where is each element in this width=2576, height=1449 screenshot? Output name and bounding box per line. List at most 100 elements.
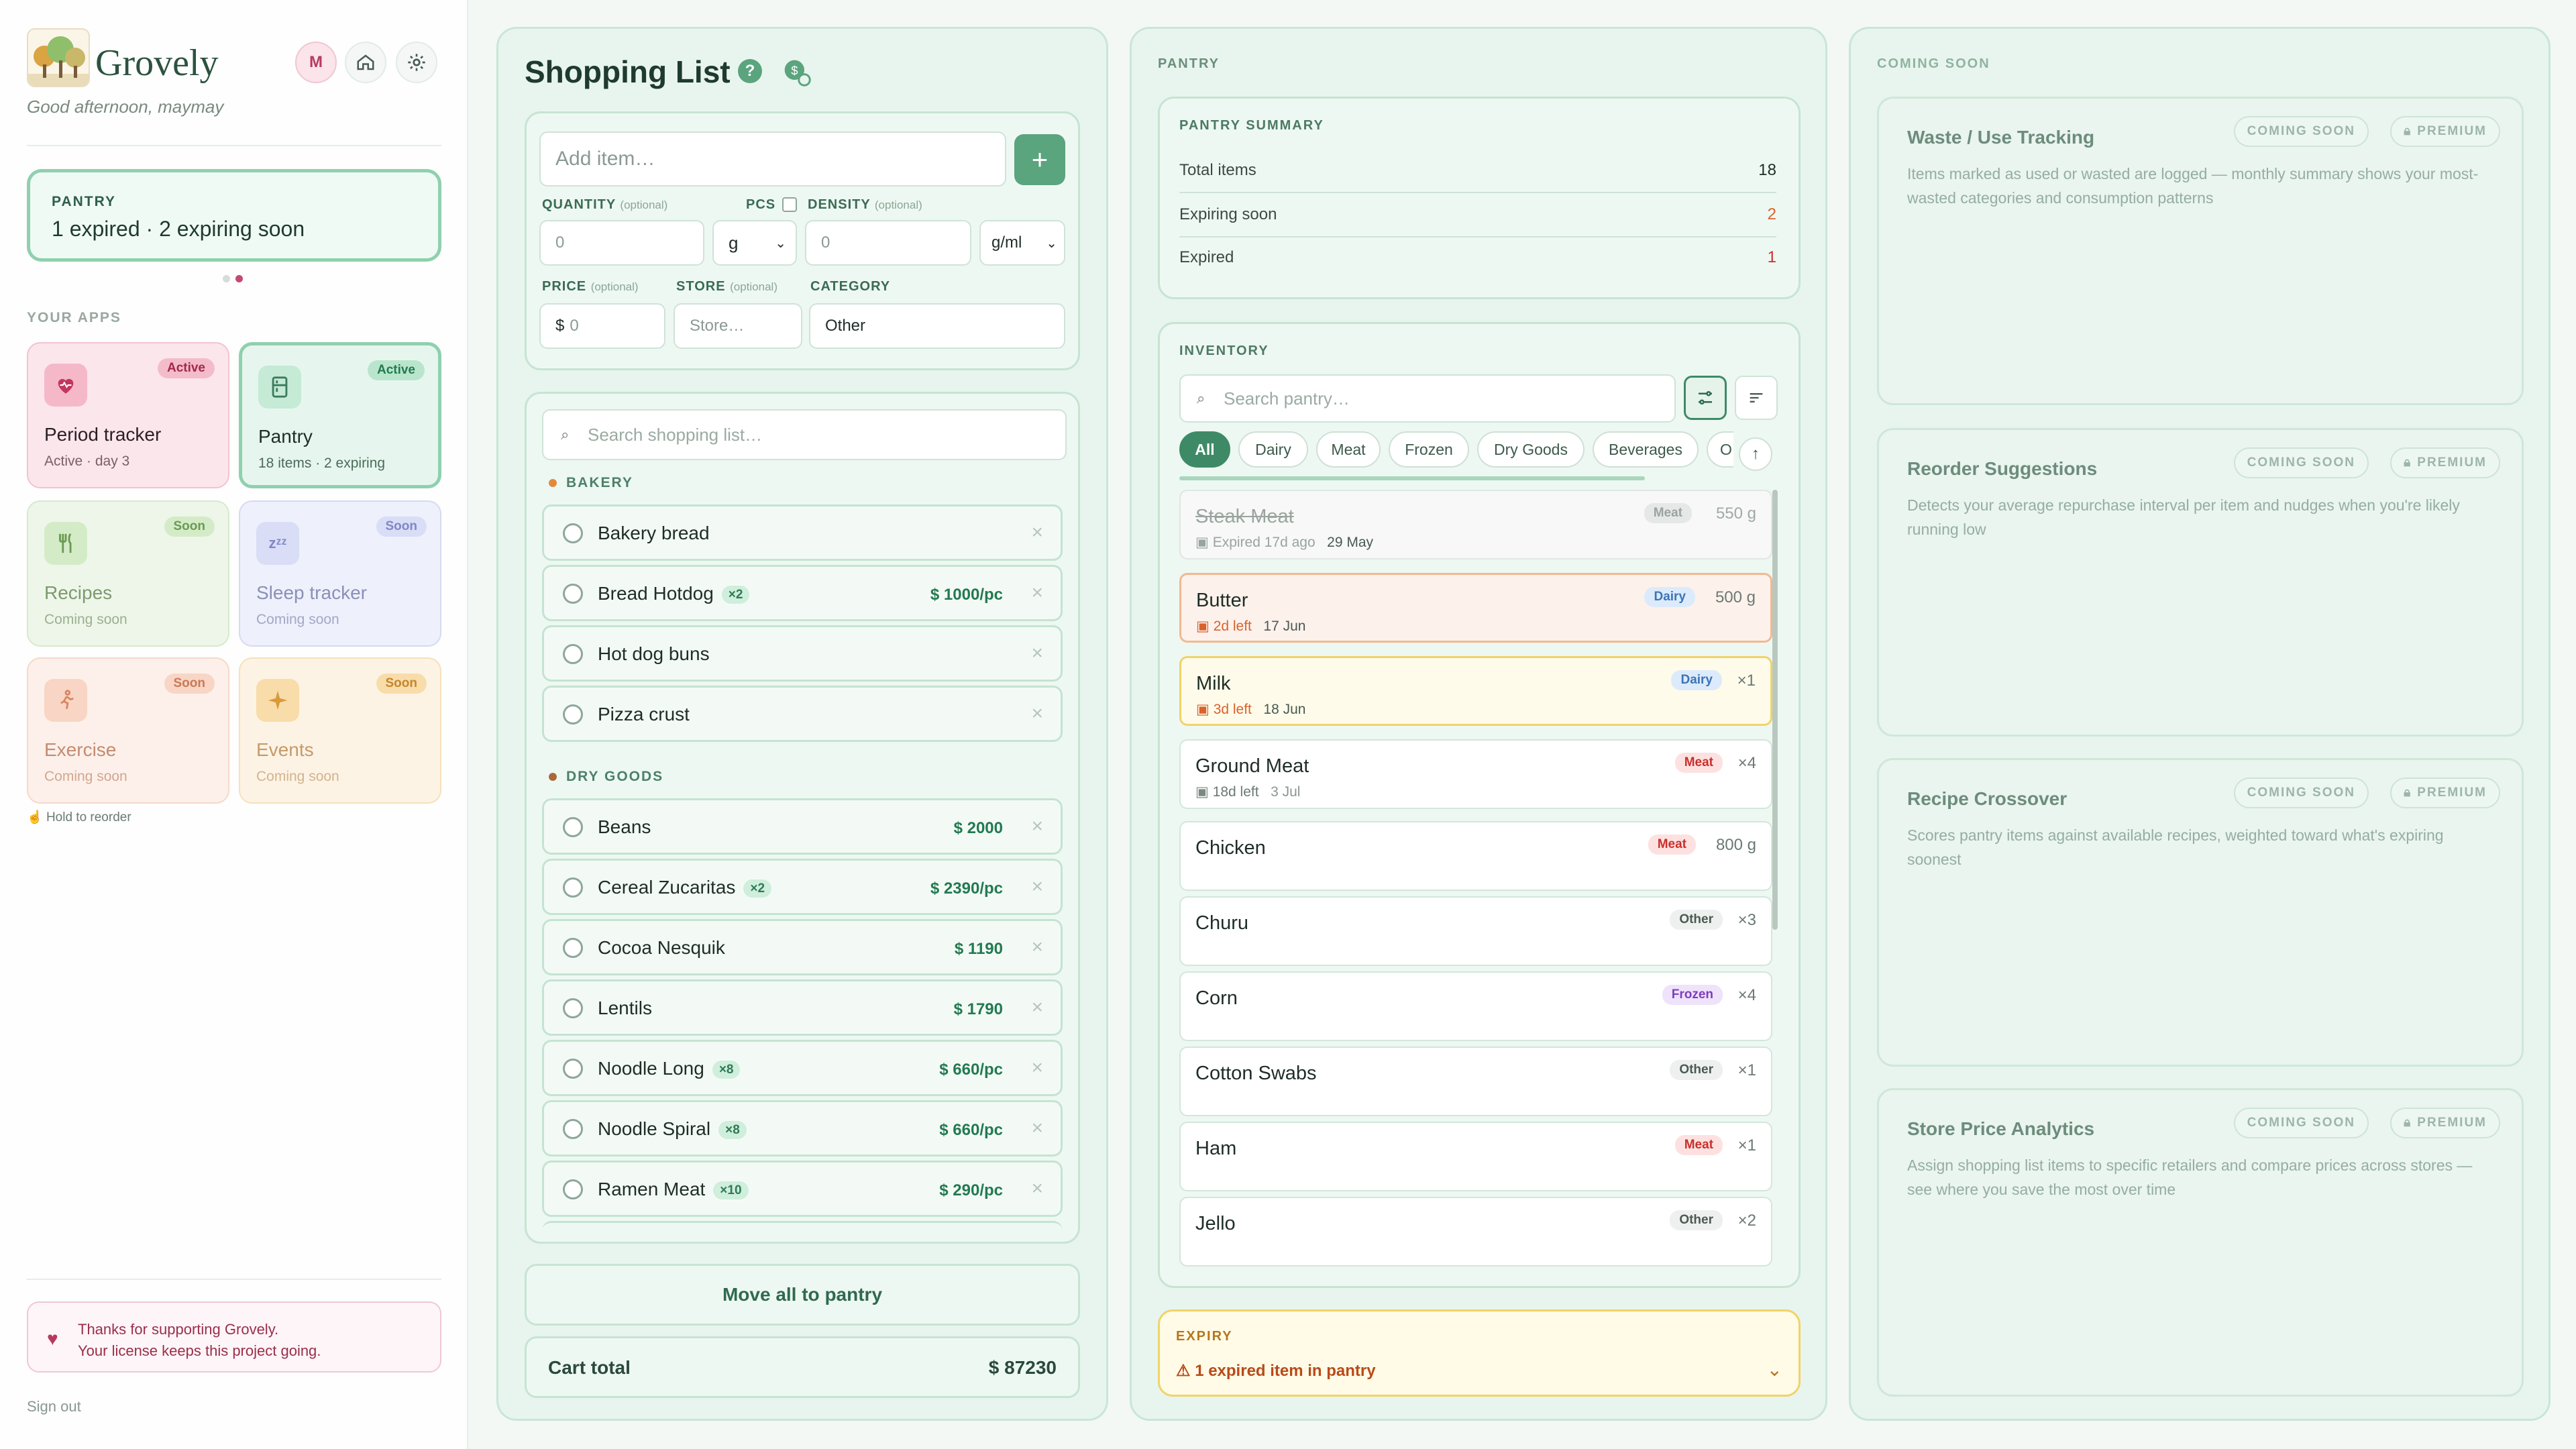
check-radio[interactable]: [563, 1119, 583, 1139]
help-icon[interactable]: ?: [738, 59, 762, 83]
shopping-item[interactable]: Bakery bread ×: [542, 504, 1063, 561]
fridge-icon: [258, 366, 301, 409]
check-radio[interactable]: [563, 998, 583, 1018]
remove-icon[interactable]: ×: [1031, 996, 1043, 1019]
home-button[interactable]: [345, 42, 386, 83]
inventory-title: INVENTORY: [1179, 343, 1269, 358]
pantry-item[interactable]: Churu Other ×3: [1179, 896, 1772, 966]
pantry-item-expiring[interactable]: Milk Dairy ×1 ▣ 3d left 18 Jun: [1179, 656, 1772, 726]
check-radio[interactable]: [563, 523, 583, 543]
density-input[interactable]: 0: [805, 220, 971, 266]
pantry-alert-card[interactable]: PANTRY 1 expired · 2 expiring soon: [27, 169, 441, 262]
chevron-down-icon[interactable]: ⌄: [1767, 1358, 1782, 1381]
move-all-to-pantry-button[interactable]: Move all to pantry: [525, 1264, 1080, 1326]
remove-icon[interactable]: ×: [1031, 1057, 1043, 1079]
summary-value: 1: [1767, 248, 1776, 266]
pantry-item[interactable]: Corn Frozen ×4: [1179, 971, 1772, 1041]
remove-icon[interactable]: ×: [1031, 702, 1043, 725]
filter-chip-frozen[interactable]: Frozen: [1389, 431, 1469, 468]
expiry-panel[interactable]: EXPIRY ⚠ 1 expired item in pantry ⌄: [1158, 1309, 1801, 1397]
shopping-item[interactable]: Bread Hotdog ×2 $ 1000/pc ×: [542, 565, 1063, 621]
check-radio[interactable]: [563, 817, 583, 837]
inventory-scrollbar[interactable]: [1772, 490, 1778, 930]
shopping-item[interactable]: Pizza crust ×: [542, 686, 1063, 742]
filter-chip-dairy[interactable]: Dairy: [1238, 431, 1308, 468]
pantry-item[interactable]: Ground Meat Meat ×4 ▣ 18d left 3 Jul: [1179, 739, 1772, 809]
remove-icon[interactable]: ×: [1031, 521, 1043, 544]
pantry-item-expiry: ▣ Expired 17d ago 29 May: [1195, 534, 1373, 551]
app-tile-events[interactable]: Soon Events Coming soon: [239, 657, 441, 804]
feature-description: Detects your average repurchase interval…: [1907, 496, 2460, 538]
settings-button[interactable]: [396, 42, 437, 83]
add-item-button[interactable]: +: [1014, 134, 1065, 185]
shopping-item[interactable]: Beans $ 2000 ×: [542, 798, 1063, 855]
filter-chip-all[interactable]: All: [1179, 431, 1230, 468]
carousel-dot-active[interactable]: [235, 275, 243, 282]
expiry-title: EXPIRY: [1176, 1329, 1233, 1344]
pantry-item-expiring[interactable]: Butter Dairy 500 g ▣ 2d left 17 Jun: [1179, 573, 1772, 643]
shopping-item[interactable]: Cereal Zucaritas ×2 $ 2390/pc ×: [542, 859, 1063, 915]
filter-button[interactable]: [1684, 376, 1727, 420]
shopping-item[interactable]: Noodle Spiral ×8 $ 660/pc ×: [542, 1100, 1063, 1157]
pantry-item[interactable]: Cotton Swabs Other ×1: [1179, 1046, 1772, 1116]
density-unit-select[interactable]: g/ml ⌄: [979, 220, 1065, 266]
pantry-item-expired[interactable]: Steak Meat Meat 550 g ▣ Expired 17d ago …: [1179, 490, 1772, 559]
pantry-item[interactable]: Jello Other ×2: [1179, 1197, 1772, 1267]
shopping-item[interactable]: Noodle Long ×8 $ 660/pc ×: [542, 1040, 1063, 1096]
check-radio[interactable]: [563, 704, 583, 724]
pantry-item[interactable]: Ham Meat ×1: [1179, 1122, 1772, 1191]
shopping-item[interactable]: Cocoa Nesquik $ 1190 ×: [542, 919, 1063, 975]
remove-icon[interactable]: ×: [1031, 642, 1043, 665]
check-radio[interactable]: [563, 877, 583, 898]
premium-pill: 🔒︎ PREMIUM: [2390, 447, 2500, 478]
check-radio[interactable]: [563, 1059, 583, 1079]
app-tile-recipes[interactable]: Soon Recipes Coming soon: [27, 500, 229, 647]
pantry-item[interactable]: Chicken Meat 800 g: [1179, 821, 1772, 891]
search-shopping-input[interactable]: ⌕ Search shopping list…: [542, 409, 1067, 460]
filter-chip-beverages[interactable]: Beverages: [1593, 431, 1699, 468]
pantry-item-name: Ground Meat: [1195, 755, 1309, 777]
check-radio[interactable]: [563, 938, 583, 958]
check-radio[interactable]: [563, 584, 583, 604]
add-item-input[interactable]: Add item…: [539, 131, 1006, 186]
remove-icon[interactable]: ×: [1031, 936, 1043, 959]
category-select[interactable]: Other: [809, 303, 1065, 349]
app-tile-exercise[interactable]: Soon Exercise Coming soon: [27, 657, 229, 804]
carousel-dot[interactable]: [223, 275, 230, 282]
category-tag: Dairy: [1644, 587, 1695, 607]
unit-select[interactable]: g ⌄: [712, 220, 797, 266]
quantity-input[interactable]: 0: [539, 220, 704, 266]
pantry-summary-title: PANTRY SUMMARY: [1179, 118, 1324, 133]
app-tile-sleep-tracker[interactable]: zᶻᶻ Soon Sleep tracker Coming soon: [239, 500, 441, 647]
pcs-checkbox[interactable]: [782, 197, 797, 212]
sign-out-link[interactable]: Sign out: [27, 1398, 81, 1415]
currency-settings-icon[interactable]: $: [782, 58, 812, 87]
shopping-item[interactable]: Lentils $ 1790 ×: [542, 979, 1063, 1036]
shopping-item[interactable]: Hot dog buns ×: [542, 625, 1063, 682]
remove-icon[interactable]: ×: [1031, 875, 1043, 898]
app-tile-pantry[interactable]: Active Pantry 18 items · 2 expiring: [239, 342, 441, 488]
sort-button[interactable]: [1735, 376, 1778, 420]
remove-icon[interactable]: ×: [1031, 582, 1043, 604]
filter-chip-dry-goods[interactable]: Dry Goods: [1477, 431, 1585, 468]
store-label-text: STORE: [676, 279, 726, 294]
chip-scrollbar[interactable]: [1179, 476, 1645, 480]
remove-icon[interactable]: ×: [1031, 1117, 1043, 1140]
store-input[interactable]: Store…: [674, 303, 802, 349]
avatar[interactable]: M: [295, 42, 337, 83]
item-name-wrap: Noodle Spiral ×8: [598, 1118, 747, 1140]
shopping-item[interactable]: Ramen Meat ×10 $ 290/pc ×: [542, 1161, 1063, 1217]
remove-icon[interactable]: ×: [1031, 1177, 1043, 1200]
remove-icon[interactable]: ×: [1031, 815, 1043, 838]
price-input[interactable]: $0: [539, 303, 665, 349]
premium-text: PREMIUM: [2417, 124, 2487, 138]
home-icon: [357, 54, 374, 70]
expiry-alert-text: 1 expired item in pantry: [1195, 1362, 1376, 1380]
feature-title: Waste / Use Tracking: [1907, 127, 2095, 148]
filter-chip-meat[interactable]: Meat: [1316, 431, 1381, 468]
scroll-top-button[interactable]: ↑: [1739, 437, 1772, 471]
check-radio[interactable]: [563, 1179, 583, 1199]
check-radio[interactable]: [563, 644, 583, 664]
search-pantry-input[interactable]: ⌕ Search pantry…: [1179, 374, 1676, 423]
app-tile-period-tracker[interactable]: Active Period tracker Active · day 3: [27, 342, 229, 488]
